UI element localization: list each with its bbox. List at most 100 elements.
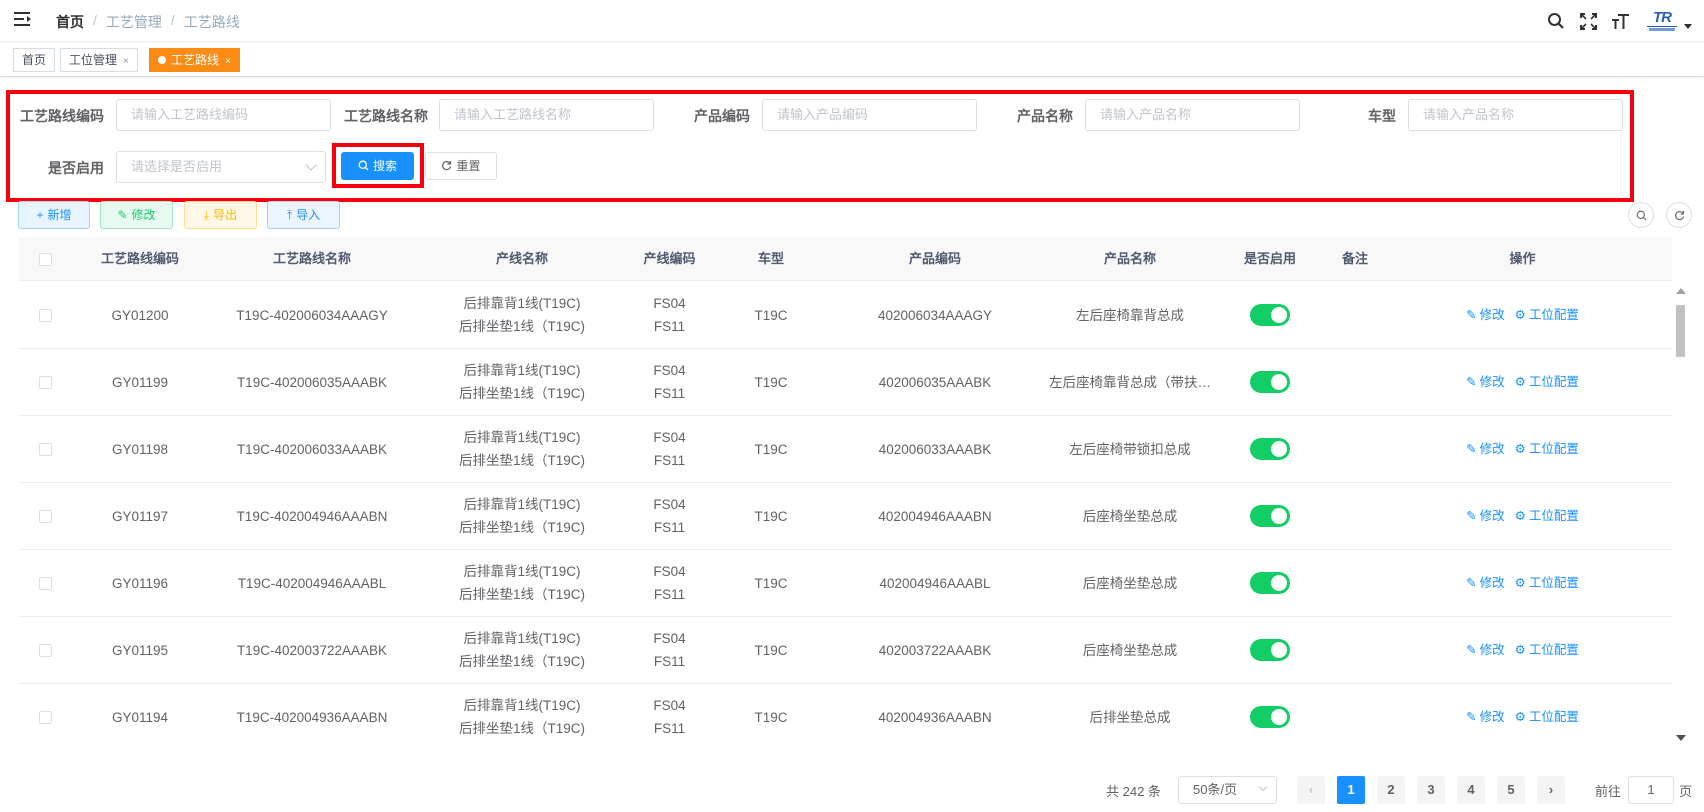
- row-edit-label: 修改: [1479, 441, 1505, 456]
- reset-button[interactable]: 重置: [425, 152, 497, 180]
- tag-process-route[interactable]: 工艺路线 ×: [149, 48, 240, 72]
- row-edit-button[interactable]: ✎ 修改: [1466, 639, 1505, 662]
- enabled-switch[interactable]: [1250, 706, 1290, 728]
- line-name: 后排坐垫1线（T19C): [458, 319, 585, 334]
- page-2[interactable]: 2: [1377, 776, 1405, 804]
- search-button[interactable]: 搜索: [341, 152, 414, 180]
- cell-line-name: 后排靠背1线(T19C) 后排坐垫1线（T19C): [417, 483, 627, 549]
- table-row[interactable]: GY01200 T19C-402006034AAAGY 后排靠背1线(T19C) 后排…: [18, 282, 1672, 349]
- station-config-label: 工位配置: [1528, 374, 1579, 389]
- hamburger-icon[interactable]: [14, 11, 32, 27]
- page-size-select[interactable]: 50条/页: [1178, 776, 1277, 804]
- station-config-button[interactable]: ⚙ 工位配置: [1515, 639, 1579, 662]
- enabled-switch[interactable]: [1250, 639, 1290, 661]
- product-code: 402006033AAABK: [878, 441, 992, 457]
- enabled-switch[interactable]: [1250, 572, 1290, 594]
- row-checkbox[interactable]: [39, 509, 52, 523]
- fullscreen-icon[interactable]: [1572, 0, 1604, 42]
- scrollbar-thumb[interactable]: [1676, 305, 1685, 357]
- toggle-search-button[interactable]: [1628, 202, 1654, 228]
- row-edit-label: 修改: [1479, 307, 1505, 322]
- cell-line-name: 后排靠背1线(T19C) 后排坐垫1线（T19C): [417, 349, 627, 415]
- product-name-input[interactable]: 请输入产品名称: [1085, 99, 1300, 131]
- station-config-button[interactable]: ⚙ 工位配置: [1515, 505, 1579, 528]
- refresh-button[interactable]: [1666, 202, 1692, 228]
- goto-page-input[interactable]: 1: [1628, 776, 1674, 804]
- next-page-button[interactable]: ›: [1537, 776, 1565, 804]
- tag-station-management[interactable]: 工位管理 ×: [60, 48, 138, 72]
- line-code: FS11: [653, 654, 686, 669]
- line-name: 后排坐垫1线（T19C): [458, 520, 585, 535]
- vehicle-model-input[interactable]: 请输入产品名称: [1408, 99, 1623, 131]
- cell-enabled: [1220, 550, 1320, 616]
- font-size-icon[interactable]: [1604, 0, 1636, 42]
- search-icon[interactable]: [1540, 0, 1572, 42]
- company-logo[interactable]: TR: [1642, 8, 1682, 34]
- vehicle-model: T19C: [754, 307, 788, 323]
- station-config-button[interactable]: ⚙ 工位配置: [1515, 572, 1579, 595]
- table-scrollbar[interactable]: [1672, 281, 1688, 747]
- table-row[interactable]: GY01197 T19C-402004946AAABN 后排靠背1线(T19C) 后排…: [18, 483, 1672, 550]
- close-icon[interactable]: ×: [225, 56, 231, 67]
- enabled-switch[interactable]: [1250, 371, 1290, 393]
- table-row[interactable]: GY01198 T19C-402006033AAABK 后排靠背1线(T19C) 后排…: [18, 416, 1672, 483]
- row-checkbox[interactable]: [39, 576, 52, 590]
- station-config-button[interactable]: ⚙ 工位配置: [1515, 371, 1579, 394]
- close-icon[interactable]: ×: [123, 56, 129, 67]
- route-name-input[interactable]: 请输入工艺路线名称: [439, 99, 654, 131]
- row-checkbox[interactable]: [39, 710, 52, 724]
- row-edit-button[interactable]: ✎ 修改: [1466, 371, 1505, 394]
- row-actions: ✎ 修改 ⚙ 工位配置: [1466, 572, 1579, 595]
- breadcrumb-home[interactable]: 首页: [56, 12, 84, 32]
- tag-home[interactable]: 首页: [13, 48, 56, 72]
- export-button[interactable]: ⤓ 导出: [184, 201, 257, 229]
- table-row[interactable]: GY01196 T19C-402004946AAABL 后排靠背1线(T19C) 后排…: [18, 550, 1672, 617]
- scroll-down-icon[interactable]: [1676, 735, 1686, 741]
- user-dropdown-icon[interactable]: [1684, 23, 1692, 29]
- row-edit-button[interactable]: ✎ 修改: [1466, 505, 1505, 528]
- cell-vehicle-model: T19C: [712, 550, 830, 616]
- page-1[interactable]: 1: [1337, 776, 1365, 804]
- row-edit-button[interactable]: ✎ 修改: [1466, 304, 1505, 327]
- row-checkbox[interactable]: [39, 442, 52, 456]
- product-code-input[interactable]: 请输入产品编码: [762, 99, 977, 131]
- route-code: GY01194: [111, 709, 169, 725]
- cell-remark: [1320, 349, 1390, 415]
- page-5[interactable]: 5: [1497, 776, 1525, 804]
- enabled-switch[interactable]: [1250, 438, 1290, 460]
- cell-line-name: 后排靠背1线(T19C) 后排坐垫1线（T19C): [417, 550, 627, 616]
- line-code: FS11: [653, 520, 686, 535]
- table-row[interactable]: GY01195 T19C-402003722AAABK 后排靠背1线(T19C) 后排…: [18, 617, 1672, 684]
- scroll-up-icon[interactable]: [1676, 288, 1686, 294]
- add-button[interactable]: + 新增: [18, 201, 90, 229]
- line-code: FS04: [653, 497, 686, 512]
- enabled-switch[interactable]: [1250, 304, 1290, 326]
- cell-product-code: 402004946AAABL: [830, 550, 1040, 616]
- checkbox[interactable]: [39, 252, 52, 266]
- table-row[interactable]: GY01194 T19C-402004936AAABN 后排靠背1线(T19C) 后排…: [18, 684, 1672, 747]
- import-button[interactable]: ⤒ 导入: [267, 201, 340, 229]
- row-edit-button[interactable]: ✎ 修改: [1466, 572, 1505, 595]
- row-checkbox[interactable]: [39, 375, 52, 389]
- table-row[interactable]: GY01199 T19C-402006035AAABK 后排靠背1线(T19C) 后排…: [18, 349, 1672, 416]
- logo-text: TR: [1653, 9, 1672, 26]
- row-edit-button[interactable]: ✎ 修改: [1466, 438, 1505, 461]
- edit-button[interactable]: ✎ 修改: [100, 201, 173, 229]
- page-4[interactable]: 4: [1457, 776, 1485, 804]
- row-checkbox[interactable]: [39, 643, 52, 657]
- vehicle-model: T19C: [754, 441, 788, 457]
- header-product-code: 产品编码: [908, 251, 961, 266]
- cell-vehicle-model: T19C: [712, 349, 830, 415]
- row-edit-button[interactable]: ✎ 修改: [1466, 706, 1505, 729]
- page-3[interactable]: 3: [1417, 776, 1445, 804]
- enabled-select[interactable]: 请选择是否启用: [116, 151, 326, 183]
- row-checkbox[interactable]: [39, 308, 52, 322]
- route-code-input[interactable]: 请输入工艺路线编码: [116, 99, 331, 131]
- search-icon: [358, 160, 369, 171]
- enabled-switch[interactable]: [1250, 505, 1290, 527]
- select-all-checkbox[interactable]: [18, 237, 73, 281]
- station-config-button[interactable]: ⚙ 工位配置: [1515, 706, 1579, 729]
- station-config-button[interactable]: ⚙ 工位配置: [1515, 438, 1579, 461]
- station-config-button[interactable]: ⚙ 工位配置: [1515, 304, 1579, 327]
- prev-page-button[interactable]: ‹: [1297, 776, 1325, 804]
